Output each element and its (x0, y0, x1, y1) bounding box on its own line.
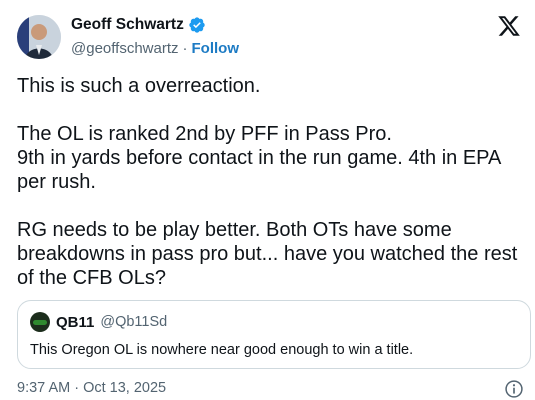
author-handle-row: @geoffschwartz · Follow (71, 40, 239, 57)
quoted-tweet[interactable]: QB11 @Qb11Sd This Oregon OL is nowhere n… (17, 300, 531, 369)
tweet-line: This is such a overreaction. (17, 75, 261, 97)
info-icon[interactable] (504, 379, 524, 399)
x-logo-icon[interactable] (497, 14, 521, 38)
tweet-line: RG needs to be play better. Both OTs hav… (17, 219, 518, 289)
tweet-line: The OL is ranked 2nd by PFF in Pass Pro. (17, 123, 392, 145)
tweet-line: 9th in yards before contact in the run g… (17, 147, 501, 193)
author-name[interactable]: Geoff Schwartz (71, 16, 184, 34)
quoted-author-avatar (30, 312, 50, 332)
tweet-timestamp[interactable]: 9:37 AM · Oct 13, 2025 (17, 380, 166, 396)
quoted-author-handle: @Qb11Sd (100, 314, 168, 330)
quoted-author-name: QB11 (56, 313, 95, 331)
quoted-tweet-header: QB11 @Qb11Sd (30, 312, 167, 332)
quoted-tweet-text: This Oregon OL is nowhere near good enou… (30, 342, 414, 358)
tweet-body: This is such a overreaction. The OL is r… (17, 74, 522, 290)
tweet-card: Geoff Schwartz @geoffschwartz · Follow T… (0, 0, 535, 400)
author-avatar[interactable] (17, 15, 61, 59)
author-name-row: Geoff Schwartz (71, 16, 206, 34)
follow-button[interactable]: Follow (192, 40, 240, 57)
author-handle[interactable]: @geoffschwartz (71, 40, 179, 57)
separator-dot: · (182, 40, 188, 57)
verified-badge-icon (188, 16, 206, 34)
